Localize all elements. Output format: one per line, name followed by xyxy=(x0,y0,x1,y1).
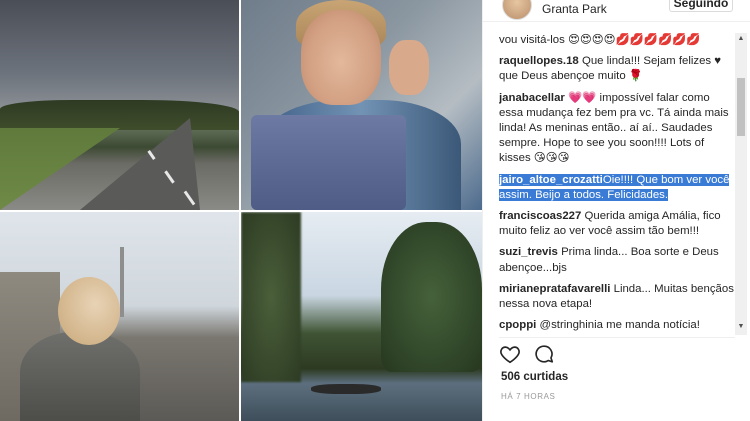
photo-woman-train xyxy=(241,0,482,210)
scroll-down-arrow-icon[interactable]: ▼ xyxy=(737,323,745,330)
comment-item: janabacellar 💗💗 impossível falar como es… xyxy=(499,91,735,167)
comment-item: suzi_trevis Prima linda... Boa sorte e D… xyxy=(499,245,735,275)
photo-road xyxy=(0,0,239,210)
divider xyxy=(499,337,735,338)
likes-count[interactable]: 506 curtidas xyxy=(501,371,568,383)
scroll-thumb[interactable] xyxy=(737,78,745,136)
comment-item: franciscoas227 Querida amiga Amália, fic… xyxy=(499,209,735,239)
comments-scrollbar[interactable]: ▲ ▼ xyxy=(735,33,747,335)
post-panel: Granta Park Seguindo vou visitá-los 😍😍😍😍… xyxy=(482,0,750,421)
comment-item: vou visitá-los 😍😍😍😍💋💋💋💋💋💋 xyxy=(499,33,735,48)
comment-item: raquellopes.18 Que linda!!! Sejam felize… xyxy=(499,54,735,84)
comment-item: mirianepratafavarelli Linda... Muitas be… xyxy=(499,282,735,312)
comment-username[interactable]: franciscoas227 xyxy=(499,210,581,222)
photo-river xyxy=(241,212,482,421)
comment-username[interactable]: raquellopes.18 xyxy=(499,55,579,67)
location-link[interactable]: Granta Park xyxy=(542,2,607,16)
comment-text: vou visitá-los 😍😍😍😍💋💋💋💋💋💋 xyxy=(499,34,701,46)
post-timestamp: HÁ 7 HORAS xyxy=(501,392,556,401)
photo-collage[interactable] xyxy=(0,0,482,421)
comment-username[interactable]: suzi_trevis xyxy=(499,246,558,258)
comment-username[interactable]: mirianepratafavarelli xyxy=(499,283,610,295)
avatar[interactable] xyxy=(502,0,532,20)
comment-username[interactable]: janabacellar xyxy=(499,92,565,104)
comment-item: cpoppi @stringhinia me manda notícia! Sa… xyxy=(499,318,735,335)
comments-list[interactable]: vou visitá-los 😍😍😍😍💋💋💋💋💋💋 raquellopes.18… xyxy=(499,33,735,335)
heart-icon[interactable] xyxy=(499,343,521,365)
comment-username[interactable]: cpoppi xyxy=(499,319,536,331)
photo-street xyxy=(0,212,239,421)
comment-item: jairo_altoe_crozattiOie!!!! Que bom ver … xyxy=(499,173,735,203)
scroll-up-arrow-icon[interactable]: ▲ xyxy=(737,35,745,42)
following-button[interactable]: Seguindo xyxy=(669,0,733,12)
comment-bubble-icon[interactable] xyxy=(533,343,555,365)
post-header: Granta Park Seguindo xyxy=(483,0,750,22)
comment-username[interactable]: jairo_altoe_crozatti xyxy=(499,173,603,186)
